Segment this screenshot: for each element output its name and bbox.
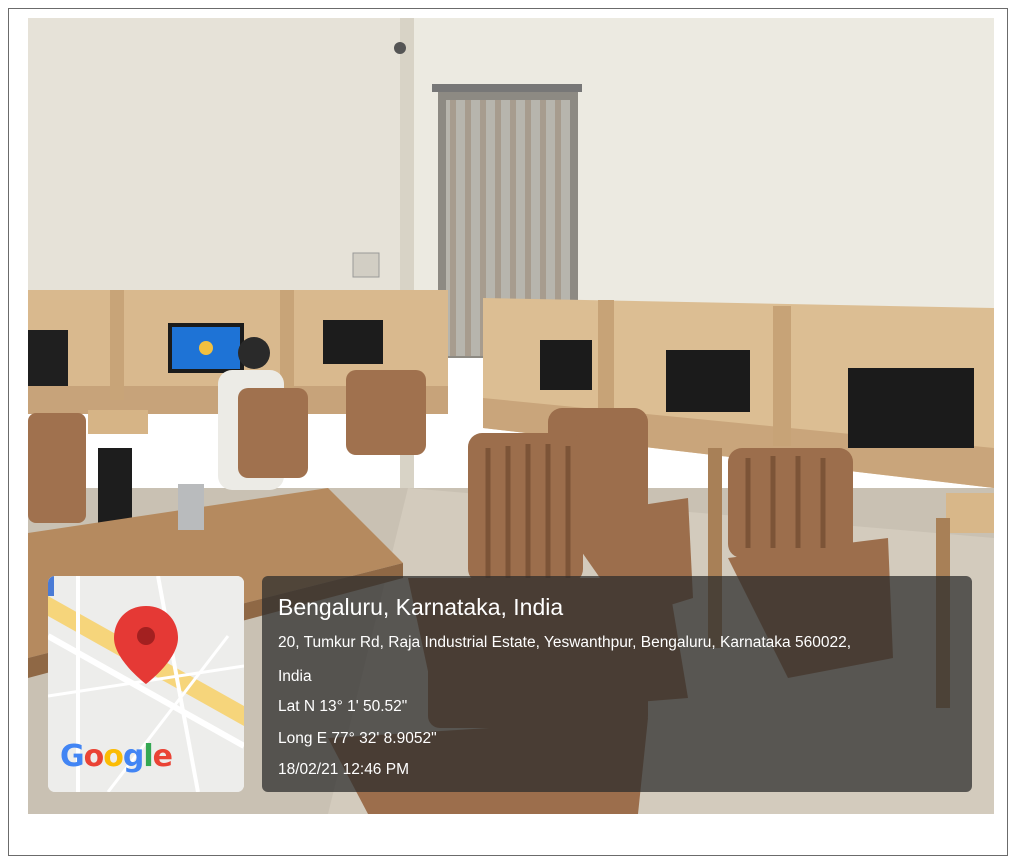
geotag-city: Bengaluru, Karnataka, India (278, 594, 564, 620)
geotag-latitude: Lat N 13° 1' 50.52" (278, 698, 408, 715)
geotag-address-line1: 20, Tumkur Rd, Raja Industrial Estate, Y… (278, 634, 852, 651)
geotag-longitude: Long E 77° 32' 8.9052" (278, 730, 437, 747)
map-thumbnail: Google (48, 576, 244, 792)
geotag-address-line2: India (278, 668, 312, 685)
google-logo: Google (60, 739, 173, 774)
geotag-overlay: Bengaluru, Karnataka, India 20, Tumkur R… (262, 576, 972, 792)
geotag-datetime: 18/02/21 12:46 PM (278, 761, 409, 778)
